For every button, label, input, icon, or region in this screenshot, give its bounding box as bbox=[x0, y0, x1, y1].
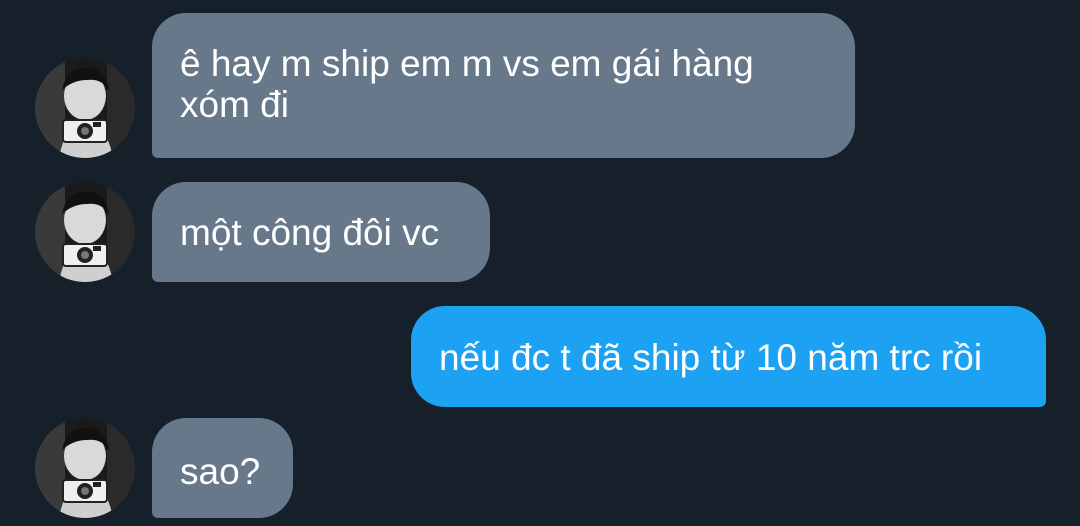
message-text: một công đôi vc bbox=[180, 212, 440, 253]
message-text: nếu đc t đã ship từ 10 năm trc rồi bbox=[439, 337, 983, 378]
message-bubble-incoming[interactable]: một công đôi vc bbox=[152, 182, 490, 282]
sender-avatar[interactable] bbox=[35, 182, 135, 282]
avatar-photo-icon bbox=[35, 58, 135, 158]
sender-avatar[interactable] bbox=[35, 58, 135, 158]
message-bubble-outgoing[interactable]: nếu đc t đã ship từ 10 năm trc rồi bbox=[411, 306, 1046, 407]
message-bubble-incoming[interactable]: ê hay m ship em m vs em gái hàng xóm đi bbox=[152, 13, 855, 158]
message-text: sao? bbox=[180, 451, 261, 492]
message-bubble-incoming[interactable]: sao? bbox=[152, 418, 293, 518]
avatar-photo-icon bbox=[35, 418, 135, 518]
sender-avatar[interactable] bbox=[35, 418, 135, 518]
message-text: ê hay m ship em m vs em gái hàng xóm đi bbox=[180, 43, 754, 125]
avatar-photo-icon bbox=[35, 182, 135, 282]
chat-thread: ê hay m ship em m vs em gái hàng xóm đi … bbox=[0, 0, 1080, 526]
